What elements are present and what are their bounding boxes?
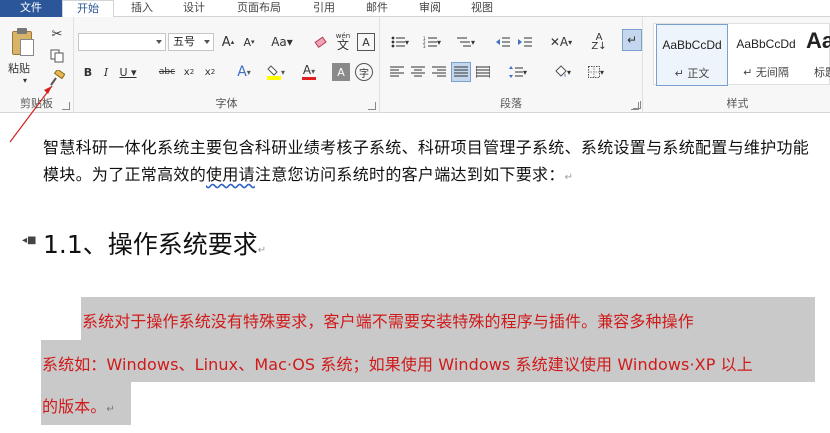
font-size-value: 五号 xyxy=(173,35,195,48)
tab-review[interactable]: 审阅 xyxy=(412,0,448,17)
tab-design[interactable]: 设计 xyxy=(176,0,212,17)
ribbon-tab-bar: 文件 开始 插入 设计 页面布局 引用 邮件 审阅 视图 xyxy=(0,0,830,18)
tab-file[interactable]: 文件 xyxy=(0,0,62,17)
align-right-icon[interactable] xyxy=(430,63,448,81)
section-heading[interactable]: 1.1、操作系统要求↵ xyxy=(43,225,266,261)
font-launcher-icon[interactable] xyxy=(368,102,376,110)
tab-home[interactable]: 开始 xyxy=(62,0,114,18)
heading-bullet-icon: ◂■ xyxy=(22,235,37,246)
tab-page-layout[interactable]: 页面布局 xyxy=(229,0,289,17)
paste-button[interactable] xyxy=(10,27,36,57)
clipboard-launcher-icon[interactable] xyxy=(62,102,70,110)
body-line-text: 的版本。 xyxy=(42,397,107,416)
clip-icon xyxy=(17,28,27,34)
align-left-icon[interactable] xyxy=(388,63,406,81)
borders-icon[interactable]: ▾ xyxy=(582,63,610,81)
clear-formatting-icon[interactable] xyxy=(312,33,330,51)
tab-references[interactable]: 引用 xyxy=(306,0,342,17)
enclose-characters-icon[interactable]: 字 xyxy=(355,63,373,81)
ribbon: 粘贴 ▾ ✂ 剪贴板 五号 A ▴ A ▾ Aa▾ wén 文 A B I U … xyxy=(0,17,830,113)
tab-mailings[interactable]: 邮件 xyxy=(359,0,395,17)
italic-icon[interactable]: I xyxy=(98,63,114,81)
paste-label[interactable]: 粘贴 xyxy=(8,60,30,76)
tab-insert[interactable]: 插入 xyxy=(124,0,160,17)
sort-icon[interactable]: A Z↓ xyxy=(590,33,608,52)
styles-group-label: 样式 xyxy=(726,97,749,110)
shading-icon[interactable]: ▾ xyxy=(548,63,576,81)
text-effects-icon[interactable]: A ▾ xyxy=(231,63,257,81)
intro-paragraph[interactable]: 智慧科研一体化系统主要包含科研业绩考核子系统、科研项目管理子系统、系统设置与系统… xyxy=(43,134,823,191)
body-line[interactable]: 的版本。↵ xyxy=(42,393,115,417)
heading-text: 1.1、操作系统要求 xyxy=(43,230,258,259)
decrease-indent-icon[interactable] xyxy=(494,33,512,51)
paper-icon xyxy=(20,39,34,56)
show-hide-marks-icon[interactable]: ↵ xyxy=(622,29,642,51)
justify-icon[interactable] xyxy=(451,62,471,82)
shrink-font-icon[interactable]: A ▾ xyxy=(240,33,258,51)
multilevel-list-icon[interactable]: ▾ xyxy=(452,33,480,51)
paragraph-mark: ↵ xyxy=(106,404,115,415)
font-color-icon[interactable]: A▾ xyxy=(296,63,322,81)
bullets-icon[interactable]: ▾ xyxy=(386,33,414,51)
character-border-icon[interactable]: A xyxy=(357,33,375,51)
change-case-icon[interactable]: Aa▾ xyxy=(268,33,296,51)
body-line[interactable]: 系统对于操作系统没有特殊要求，客户端不需要安装特殊的程序与插件。兼容多种操作 xyxy=(82,308,694,332)
clipboard-group: 粘贴 ▾ ✂ 剪贴板 xyxy=(0,17,74,113)
font-name-combo[interactable] xyxy=(78,33,166,51)
distributed-icon[interactable] xyxy=(474,63,492,81)
strikethrough-icon[interactable]: abc xyxy=(156,63,178,81)
spelling-squiggle[interactable]: 使用请 xyxy=(206,165,255,184)
paragraph-mark: ↵ xyxy=(257,245,267,256)
paragraph-mark: ↵ xyxy=(564,172,574,183)
font-size-combo[interactable]: 五号 xyxy=(168,33,214,51)
styles-group: 样式 xyxy=(645,17,830,113)
phonetic-guide-icon[interactable]: wén 文 xyxy=(333,29,353,53)
paste-dropdown-icon[interactable]: ▾ xyxy=(20,75,30,85)
svg-text:3: 3 xyxy=(423,44,426,48)
format-painter-icon[interactable] xyxy=(48,69,66,87)
bold-icon[interactable]: B xyxy=(80,63,96,81)
phonetic-char: 文 xyxy=(336,38,349,52)
superscript-icon[interactable]: x2 xyxy=(201,63,219,81)
styles-launcher-icon[interactable] xyxy=(633,101,641,109)
line-spacing-icon[interactable]: ▾ xyxy=(504,63,532,81)
chevron-down-icon xyxy=(204,40,210,44)
align-center-icon[interactable] xyxy=(409,63,427,81)
font-group: 五号 A ▴ A ▾ Aa▾ wén 文 A B I U ▾ abc x2 x2 A… xyxy=(74,17,380,113)
intro-text-b: 注意您访问系统时的客户端达到如下要求： xyxy=(254,165,565,184)
character-shading-icon[interactable]: A xyxy=(332,63,350,81)
highlight-color-icon[interactable]: ▾ xyxy=(263,63,289,81)
font-group-label: 字体 xyxy=(215,97,238,110)
chevron-down-icon xyxy=(156,40,162,44)
increase-indent-icon[interactable] xyxy=(516,33,534,51)
tab-view[interactable]: 视图 xyxy=(464,0,500,17)
paragraph-group-label: 段落 xyxy=(500,97,522,110)
asian-layout-icon[interactable]: ✕A ▾ xyxy=(546,33,576,51)
subscript-icon[interactable]: x2 xyxy=(180,63,198,81)
copy-icon[interactable] xyxy=(48,47,66,65)
cut-icon[interactable]: ✂ xyxy=(48,25,66,43)
numbering-icon[interactable]: 1 2 3 ▾ xyxy=(418,33,446,51)
paragraph-group: ▾ 1 2 3 ▾ ▾ ✕A ▾ A Z↓ ↵ ▾ ▾ ▾ 段落 xyxy=(380,17,643,113)
underline-icon[interactable]: U ▾ xyxy=(116,63,140,81)
grow-font-icon[interactable]: A ▴ xyxy=(219,33,237,51)
body-line[interactable]: 系统如：Windows、Linux、Mac·OS 系统；如果使用 Windows… xyxy=(42,351,753,375)
document-page[interactable]: 智慧科研一体化系统主要包含科研业绩考核子系统、科研项目管理子系统、系统设置与系统… xyxy=(0,114,830,433)
